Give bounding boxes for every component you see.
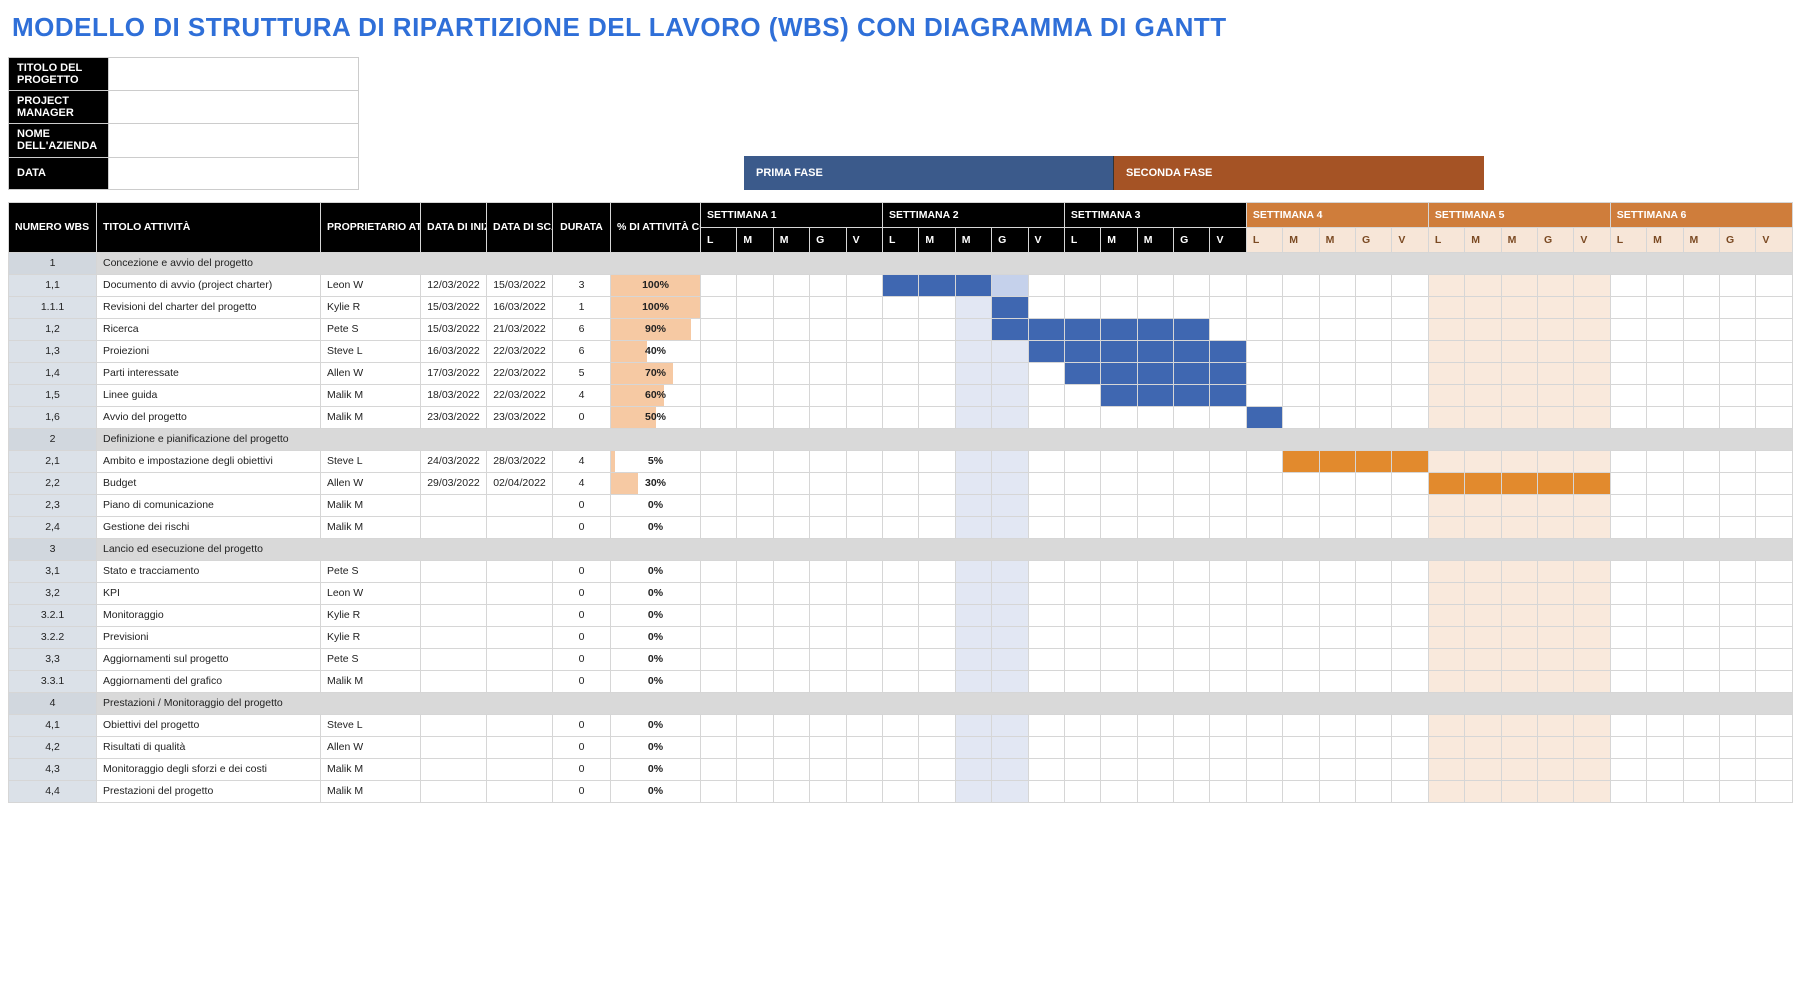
week-4: SETTIMANA 4 bbox=[1246, 202, 1428, 227]
col-pct: % DI ATTIVITÀ COMPLETATO bbox=[611, 202, 701, 252]
day-header: L bbox=[1246, 227, 1282, 252]
table-row: 4,1Obiettivi del progettoSteve L00% bbox=[9, 714, 1793, 736]
table-row: 4,2Risultati di qualitàAllen W00% bbox=[9, 736, 1793, 758]
week-2: SETTIMANA 2 bbox=[882, 202, 1064, 227]
table-row: 1,5Linee guidaMalik M18/03/202222/03/202… bbox=[9, 384, 1793, 406]
col-owner: PROPRIETARIO ATTIVITÀ bbox=[321, 202, 421, 252]
meta-label-pm: PROJECT MANAGER bbox=[9, 91, 109, 124]
table-row: 4,3Monitoraggio degli sforzi e dei costi… bbox=[9, 758, 1793, 780]
day-header: M bbox=[1683, 227, 1719, 252]
day-header: L bbox=[1610, 227, 1646, 252]
table-row: 3,2KPILeon W00% bbox=[9, 582, 1793, 604]
table-row: 1,6Avvio del progettoMalik M23/03/202223… bbox=[9, 406, 1793, 428]
table-row: 1,4Parti interessateAllen W17/03/202222/… bbox=[9, 362, 1793, 384]
phase-bar: PRIMA FASE SECONDA FASE bbox=[744, 156, 1793, 190]
meta-value-date[interactable] bbox=[109, 157, 359, 189]
table-row: 4,4Prestazioni del progettoMalik M00% bbox=[9, 780, 1793, 802]
table-row: 3,1Stato e tracciamentoPete S00% bbox=[9, 560, 1793, 582]
day-header: G bbox=[1356, 227, 1392, 252]
col-task: TITOLO ATTIVITÀ bbox=[97, 202, 321, 252]
day-header: L bbox=[882, 227, 918, 252]
day-header: M bbox=[1501, 227, 1537, 252]
meta-label-title: TITOLO DEL PROGETTO bbox=[9, 58, 109, 91]
day-header: V bbox=[1028, 227, 1064, 252]
day-header: V bbox=[1392, 227, 1428, 252]
table-row: 3.3.1Aggiornamenti del graficoMalik M00% bbox=[9, 670, 1793, 692]
week-6: SETTIMANA 6 bbox=[1610, 202, 1792, 227]
table-row: 1,3ProiezioniSteve L16/03/202222/03/2022… bbox=[9, 340, 1793, 362]
day-header: G bbox=[1719, 227, 1755, 252]
meta-value-title[interactable] bbox=[109, 58, 359, 91]
day-header: M bbox=[1647, 227, 1683, 252]
day-header: L bbox=[701, 227, 737, 252]
table-row: 3Lancio ed esecuzione del progetto bbox=[9, 538, 1793, 560]
table-row: 3.2.1MonitoraggioKylie R00% bbox=[9, 604, 1793, 626]
table-row: 3.2.2PrevisioniKylie R00% bbox=[9, 626, 1793, 648]
day-header: M bbox=[1465, 227, 1501, 252]
phase-2: SECONDA FASE bbox=[1114, 156, 1484, 190]
day-header: M bbox=[1101, 227, 1137, 252]
meta-value-company[interactable] bbox=[109, 124, 359, 157]
table-row: 2,3Piano di comunicazioneMalik M00% bbox=[9, 494, 1793, 516]
table-row: 2Definizione e pianificazione del proget… bbox=[9, 428, 1793, 450]
table-row: 1,2RicercaPete S15/03/202221/03/2022690% bbox=[9, 318, 1793, 340]
col-due: DATA DI SCADENZA bbox=[487, 202, 553, 252]
day-header: M bbox=[919, 227, 955, 252]
table-row: 4Prestazioni / Monitoraggio del progetto bbox=[9, 692, 1793, 714]
day-header: V bbox=[1210, 227, 1246, 252]
day-header: G bbox=[1537, 227, 1573, 252]
day-header: M bbox=[773, 227, 809, 252]
col-dur: DURATA bbox=[553, 202, 611, 252]
wbs-grid: NUMERO WBS TITOLO ATTIVITÀ PROPRIETARIO … bbox=[8, 202, 1793, 803]
day-header: V bbox=[1756, 227, 1793, 252]
day-header: L bbox=[1064, 227, 1100, 252]
day-header: M bbox=[737, 227, 773, 252]
meta-value-pm[interactable] bbox=[109, 91, 359, 124]
table-row: 3,3Aggiornamenti sul progettoPete S00% bbox=[9, 648, 1793, 670]
week-3: SETTIMANA 3 bbox=[1064, 202, 1246, 227]
meta-table: TITOLO DEL PROGETTO PROJECT MANAGER NOME… bbox=[8, 57, 359, 190]
day-header: M bbox=[955, 227, 991, 252]
table-row: 1Concezione e avvio del progetto bbox=[9, 252, 1793, 274]
day-header: V bbox=[1574, 227, 1610, 252]
table-row: 2,4Gestione dei rischiMalik M00% bbox=[9, 516, 1793, 538]
day-header: M bbox=[1283, 227, 1319, 252]
week-5: SETTIMANA 5 bbox=[1428, 202, 1610, 227]
header-row-1: NUMERO WBS TITOLO ATTIVITÀ PROPRIETARIO … bbox=[9, 202, 1793, 227]
meta-label-date: DATA bbox=[9, 157, 109, 189]
phase-1: PRIMA FASE bbox=[744, 156, 1114, 190]
table-row: 1,1Documento di avvio (project charter)L… bbox=[9, 274, 1793, 296]
col-start: DATA DI INIZIO bbox=[421, 202, 487, 252]
table-row: 2,1Ambito e impostazione degli obiettivi… bbox=[9, 450, 1793, 472]
week-1: SETTIMANA 1 bbox=[701, 202, 883, 227]
page-title: MODELLO DI STRUTTURA DI RIPARTIZIONE DEL… bbox=[12, 12, 1793, 43]
meta-label-company: NOME DELL'AZIENDA bbox=[9, 124, 109, 157]
day-header: V bbox=[846, 227, 882, 252]
day-header: L bbox=[1428, 227, 1464, 252]
table-row: 1.1.1Revisioni del charter del progettoK… bbox=[9, 296, 1793, 318]
col-wbs: NUMERO WBS bbox=[9, 202, 97, 252]
day-header: G bbox=[992, 227, 1028, 252]
day-header: G bbox=[1174, 227, 1210, 252]
day-header: G bbox=[810, 227, 846, 252]
day-header: M bbox=[1319, 227, 1355, 252]
day-header: M bbox=[1137, 227, 1173, 252]
table-row: 2,2BudgetAllen W29/03/202202/04/2022430% bbox=[9, 472, 1793, 494]
